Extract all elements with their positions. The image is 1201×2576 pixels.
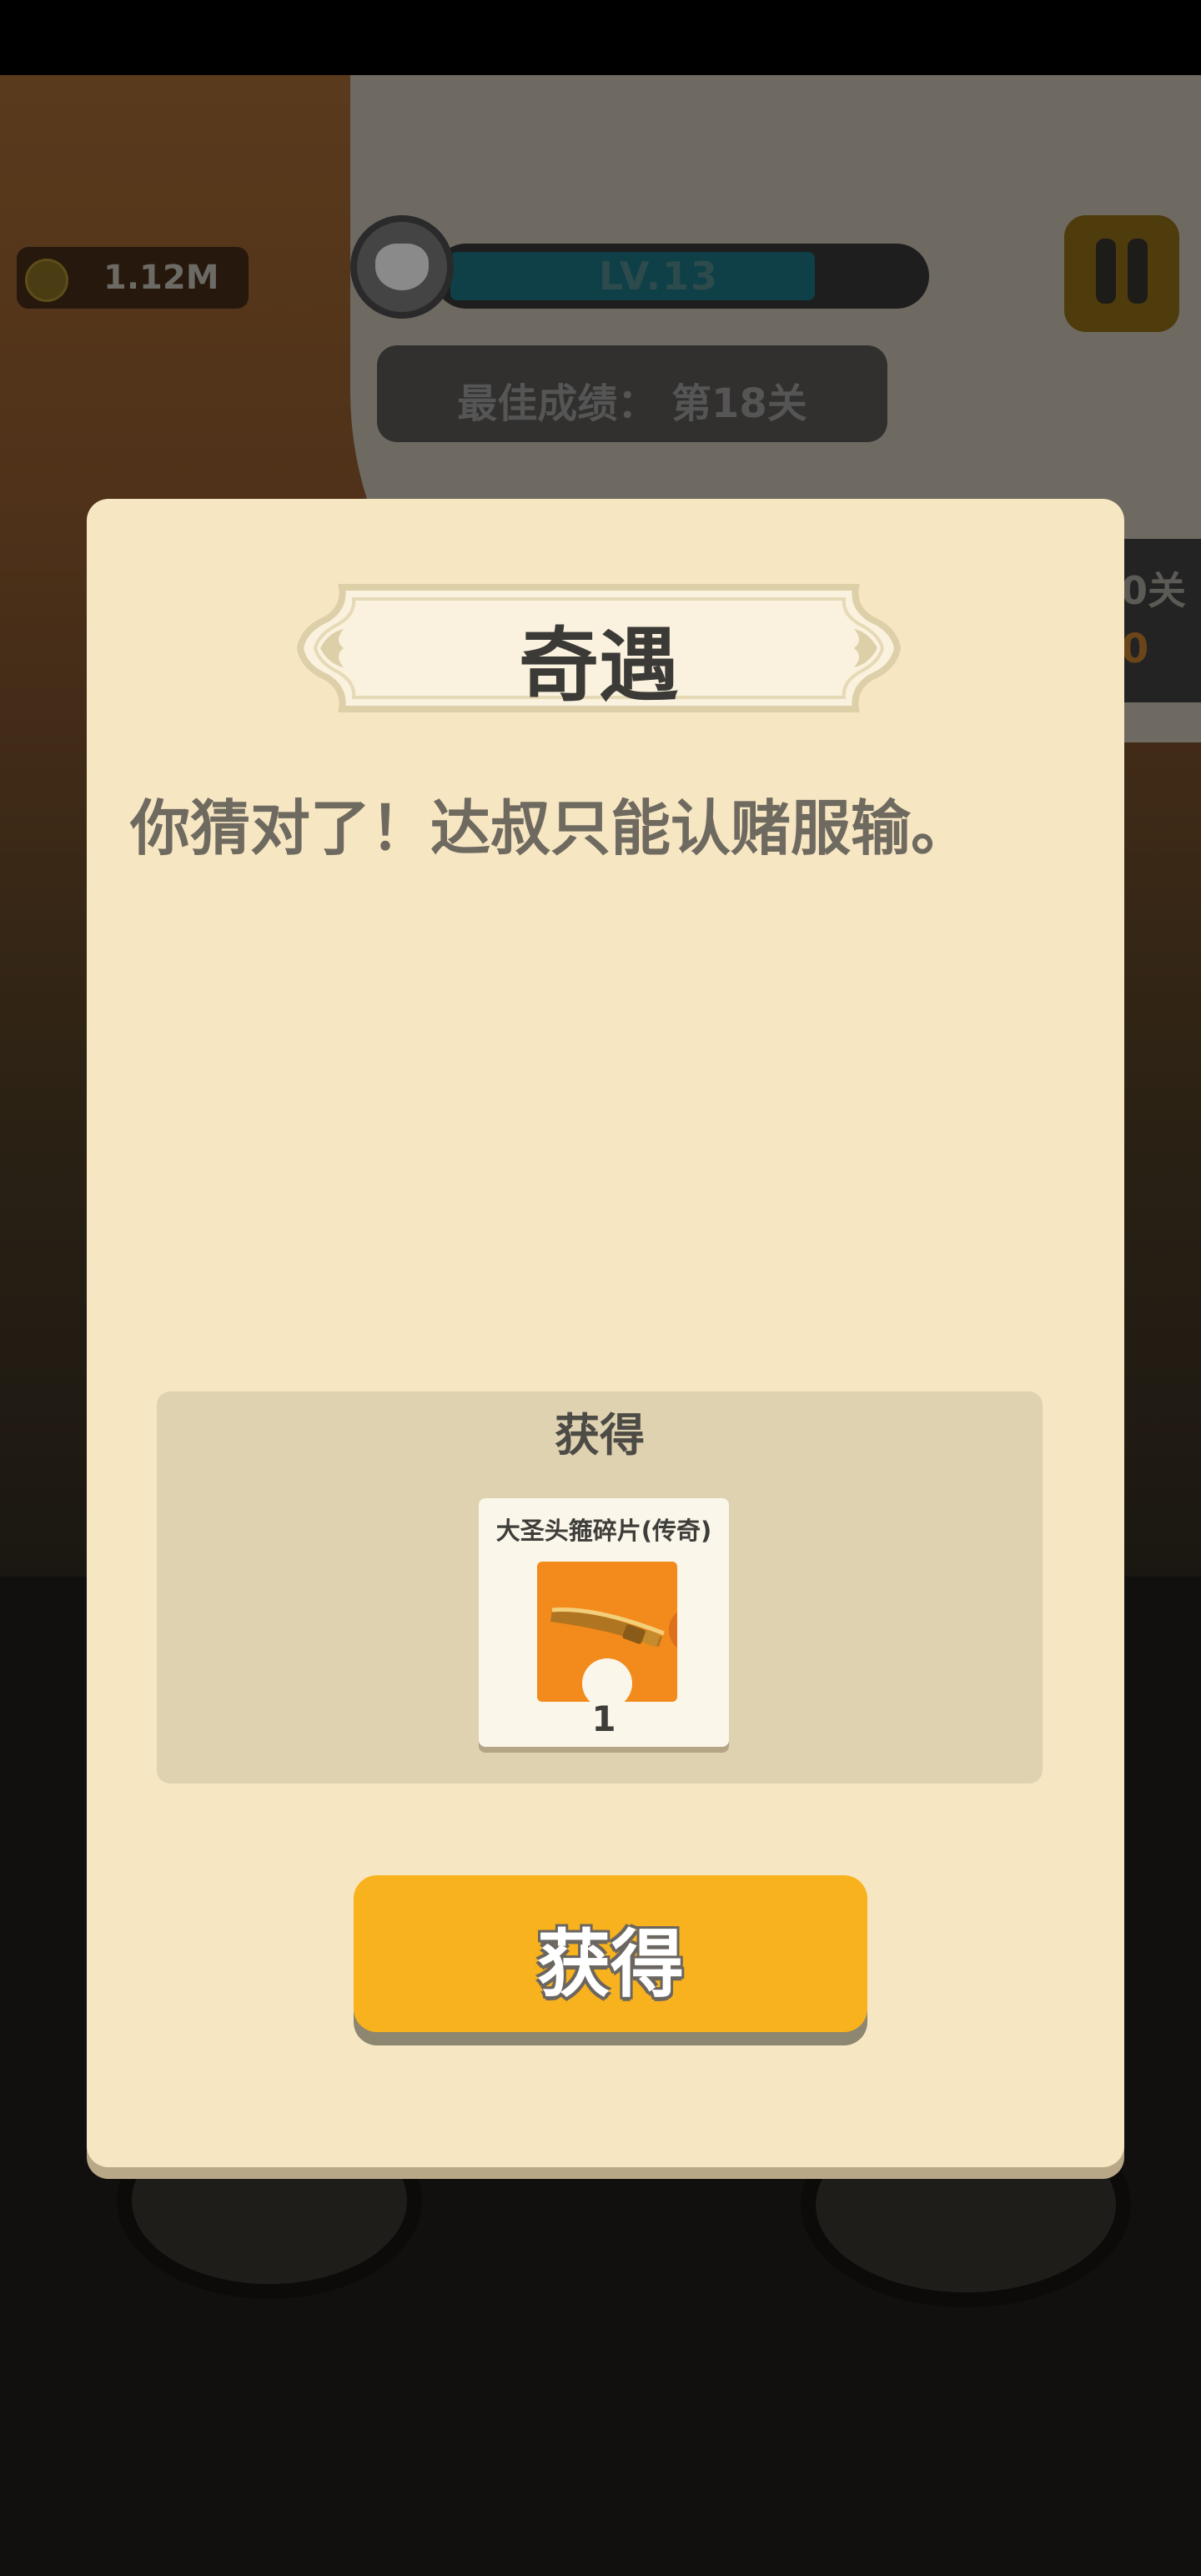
player-avatar[interactable]: [350, 215, 454, 319]
status-bar: [0, 0, 1201, 75]
pause-icon-left-bar: [1096, 239, 1116, 304]
reward-item-card[interactable]: 大圣头箍碎片(传奇) 1: [479, 1498, 729, 1747]
side-stage-count: 0: [1121, 626, 1149, 672]
level-label: LV.13: [598, 254, 720, 299]
avatar-face-icon: [375, 244, 429, 290]
reward-section-title: 获得: [555, 1409, 645, 1462]
best-score-pill: 最佳成绩： 第18关: [377, 345, 887, 442]
reward-item-count: 1: [591, 1698, 616, 1739]
dialog-title: 奇遇: [519, 619, 679, 712]
coin-counter: 1.12M: [17, 247, 249, 309]
get-reward-button-label: 获得: [536, 1923, 684, 2005]
coin-icon: [25, 259, 68, 302]
dialog-message: 你猜对了！达叔只能认赌服输。: [130, 793, 972, 863]
reward-item-name: 大圣头箍碎片(传奇): [495, 1517, 712, 1545]
side-stage-text: 0关: [1121, 568, 1187, 613]
level-progress-bar: LV.13: [434, 244, 929, 309]
get-reward-button[interactable]: 获得: [354, 1875, 867, 2032]
golden-headband-fragment-icon: [537, 1562, 677, 1702]
dialog-title-banner: 奇遇: [295, 582, 902, 714]
best-score-text: 最佳成绩： 第18关: [457, 380, 807, 427]
coin-amount: 1.12M: [103, 259, 219, 297]
pause-icon-right-bar: [1128, 239, 1148, 304]
encounter-dialog: 奇遇 你猜对了！达叔只能认赌服输。 获得 大圣头箍碎片(传奇) 1 获得: [87, 499, 1124, 2167]
reward-panel: 获得 大圣头箍碎片(传奇) 1: [157, 1391, 1043, 1784]
pause-button[interactable]: [1064, 215, 1179, 332]
